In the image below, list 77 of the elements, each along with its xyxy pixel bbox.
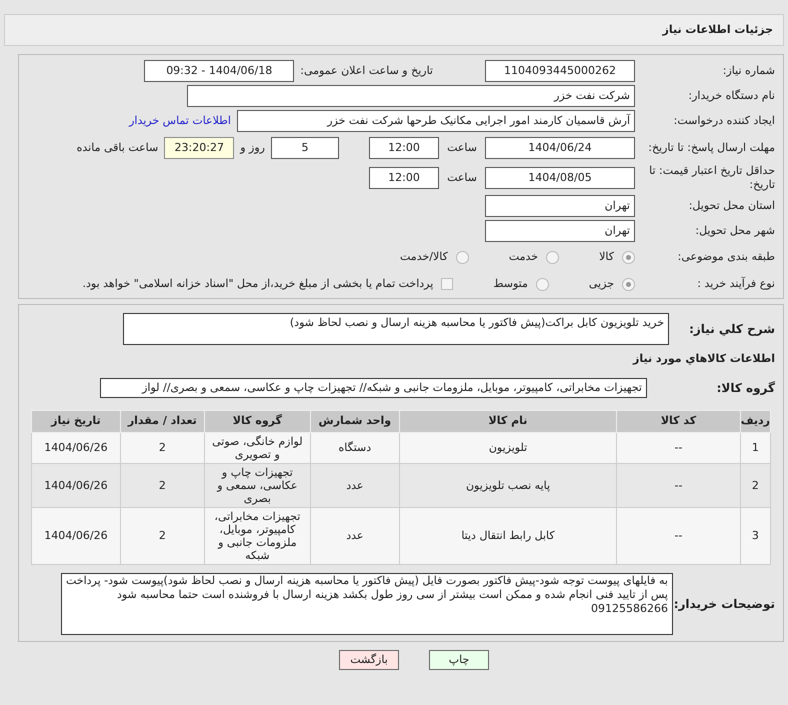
- notes-field[interactable]: به فایلهای پیوست توجه شود-پیش فاکتور بصورت فایل (پیش فاکتور یا محاسبه هزینه ارسال و نصب لحاظ شود)پیوست شود- پرداخت پس از تایید فنی انجام شده و ممکن است بیشتر از سی روز طول بکشد هزینه ارسال با فروشنده است حتما محاسبه شود 09125586266: [61, 572, 673, 634]
- field-label: تاریخ و ساعت اعلان عمومی:: [300, 62, 433, 79]
- field-value: 12:00: [369, 167, 439, 189]
- field-value: شرکت نفت خزر: [187, 85, 635, 107]
- table-cell: 2: [120, 507, 204, 564]
- column-header: تاریخ نیاز: [32, 410, 120, 432]
- field-label: گروه کالا:: [716, 380, 776, 396]
- table-cell: دستگاه: [310, 432, 400, 463]
- radio-label: جزیی: [588, 276, 614, 292]
- column-header: کد کالا: [616, 410, 740, 432]
- column-header: تعداد / مقدار: [120, 410, 204, 432]
- table-cell: کابل رابط انتقال دیتا: [399, 507, 617, 564]
- field-value: 1404/06/24: [485, 137, 635, 159]
- field-value: تهران: [485, 195, 635, 217]
- table-cell: 1404/06/26: [32, 463, 120, 507]
- table-cell: تجهیزات چاپ و عکاسی، سمعی و بصری: [204, 463, 310, 507]
- field-label: ساعت باقی مانده: [76, 140, 158, 156]
- table-cell: --: [616, 463, 740, 507]
- field-value: آرش قاسمیان کارمند امور اجرایی مکانیک طرحها شرکت نفت خزر: [237, 110, 635, 132]
- remaining-time: 23:20:27: [164, 137, 234, 159]
- field-value: 1404/08/05: [485, 167, 635, 189]
- field-label: روز و: [240, 140, 265, 156]
- radio-label: کالا: [599, 248, 614, 265]
- field-label: شهر محل تحویل:: [694, 222, 776, 239]
- table-cell: 1404/06/26: [32, 432, 120, 463]
- table-cell: تجهیزات مخابراتی، کامپیوتر، موبایل، ملزومات جانبی و شبکه: [204, 507, 310, 564]
- table-cell: --: [616, 507, 740, 564]
- description-field[interactable]: خرید تلویزیون کابل براکت(پیش فاکتور یا محاسبه هزینه ارسال و نصب لحاظ شود): [123, 313, 669, 345]
- section-title: اطلاعات کالاهاي مورد نياز: [632, 351, 775, 367]
- table-cell: عدد: [310, 463, 400, 507]
- column-header: گروه کالا: [204, 410, 310, 432]
- radio-button[interactable]: [456, 250, 469, 264]
- field-label: استان محل تحویل:: [688, 198, 776, 214]
- table-cell: لوازم خانگی، صوتی و تصویری: [204, 432, 310, 463]
- contact-link[interactable]: اطلاعات تماس خریدار: [129, 112, 231, 130]
- table-cell: 2: [740, 463, 770, 507]
- table-cell: 2: [120, 432, 204, 463]
- table-cell: 1404/06/26: [32, 507, 120, 564]
- field-label: توضیحات خریدار:: [673, 596, 776, 612]
- table-cell: پایه نصب تلویزیون: [399, 463, 617, 507]
- goods-group-field: تجهیزات مخابراتی، کامپیوتر، موبایل، ملزومات جانبی و شبکه// تجهیزات چاپ و عکاسی، سمعی و بصری// لواز: [100, 378, 647, 398]
- field-label: طبقه بندی موضوعی:: [676, 248, 776, 265]
- field-label: شرح کلي نياز:: [688, 321, 776, 338]
- field-value: 1404/06/18 - 09:32: [144, 60, 294, 82]
- field-value: 5: [271, 137, 339, 159]
- field-label: ساعت: [447, 170, 477, 186]
- radio-button[interactable]: [536, 278, 549, 290]
- field-label: ساعت: [447, 140, 477, 156]
- back-button[interactable]: بازگشت: [339, 650, 399, 670]
- table-cell: 3: [740, 507, 770, 564]
- radio-button[interactable]: [622, 250, 635, 264]
- checkbox[interactable]: [441, 278, 454, 290]
- radio-label: متوسط: [493, 276, 528, 292]
- field-label: نام دستگاه خریدار:: [687, 88, 776, 104]
- checkbox-label: پرداخت تمام یا بخشی از مبلغ خرید،از محل "اسناد خزانه اسلامی" خواهد بود.: [82, 276, 434, 292]
- field-label: نوع فرآیند خرید :: [696, 276, 776, 292]
- field-label: شماره نیاز:: [722, 62, 776, 79]
- column-header: نام کالا: [399, 410, 617, 432]
- radio-label: کالا/خدمت: [400, 248, 448, 265]
- field-label: حداقل تاریخ اعتبار قیمت: تا تاریخ:: [648, 164, 776, 192]
- radio-button[interactable]: [546, 250, 560, 264]
- table-cell: عدد: [310, 507, 400, 564]
- field-value: 1104093445000262: [485, 60, 635, 82]
- column-header: واحد شمارش: [310, 410, 400, 432]
- page-title: جزئیات اطلاعات نیاز: [662, 22, 773, 38]
- field-value: 12:00: [369, 137, 439, 159]
- radio-label: خدمت: [508, 248, 538, 265]
- field-value: تهران: [485, 220, 635, 242]
- table-cell: --: [616, 432, 740, 463]
- column-header: ردیف: [740, 410, 770, 432]
- field-label: ایجاد کننده درخواست:: [672, 112, 776, 129]
- field-label: مهلت ارسال پاسخ: تا تاریخ:: [647, 141, 776, 155]
- print-button[interactable]: چاپ: [429, 650, 489, 670]
- table-cell: تلویزیون: [399, 432, 617, 463]
- radio-button[interactable]: [622, 278, 635, 290]
- table-cell: 2: [120, 463, 204, 507]
- table-cell: 1: [740, 432, 770, 463]
